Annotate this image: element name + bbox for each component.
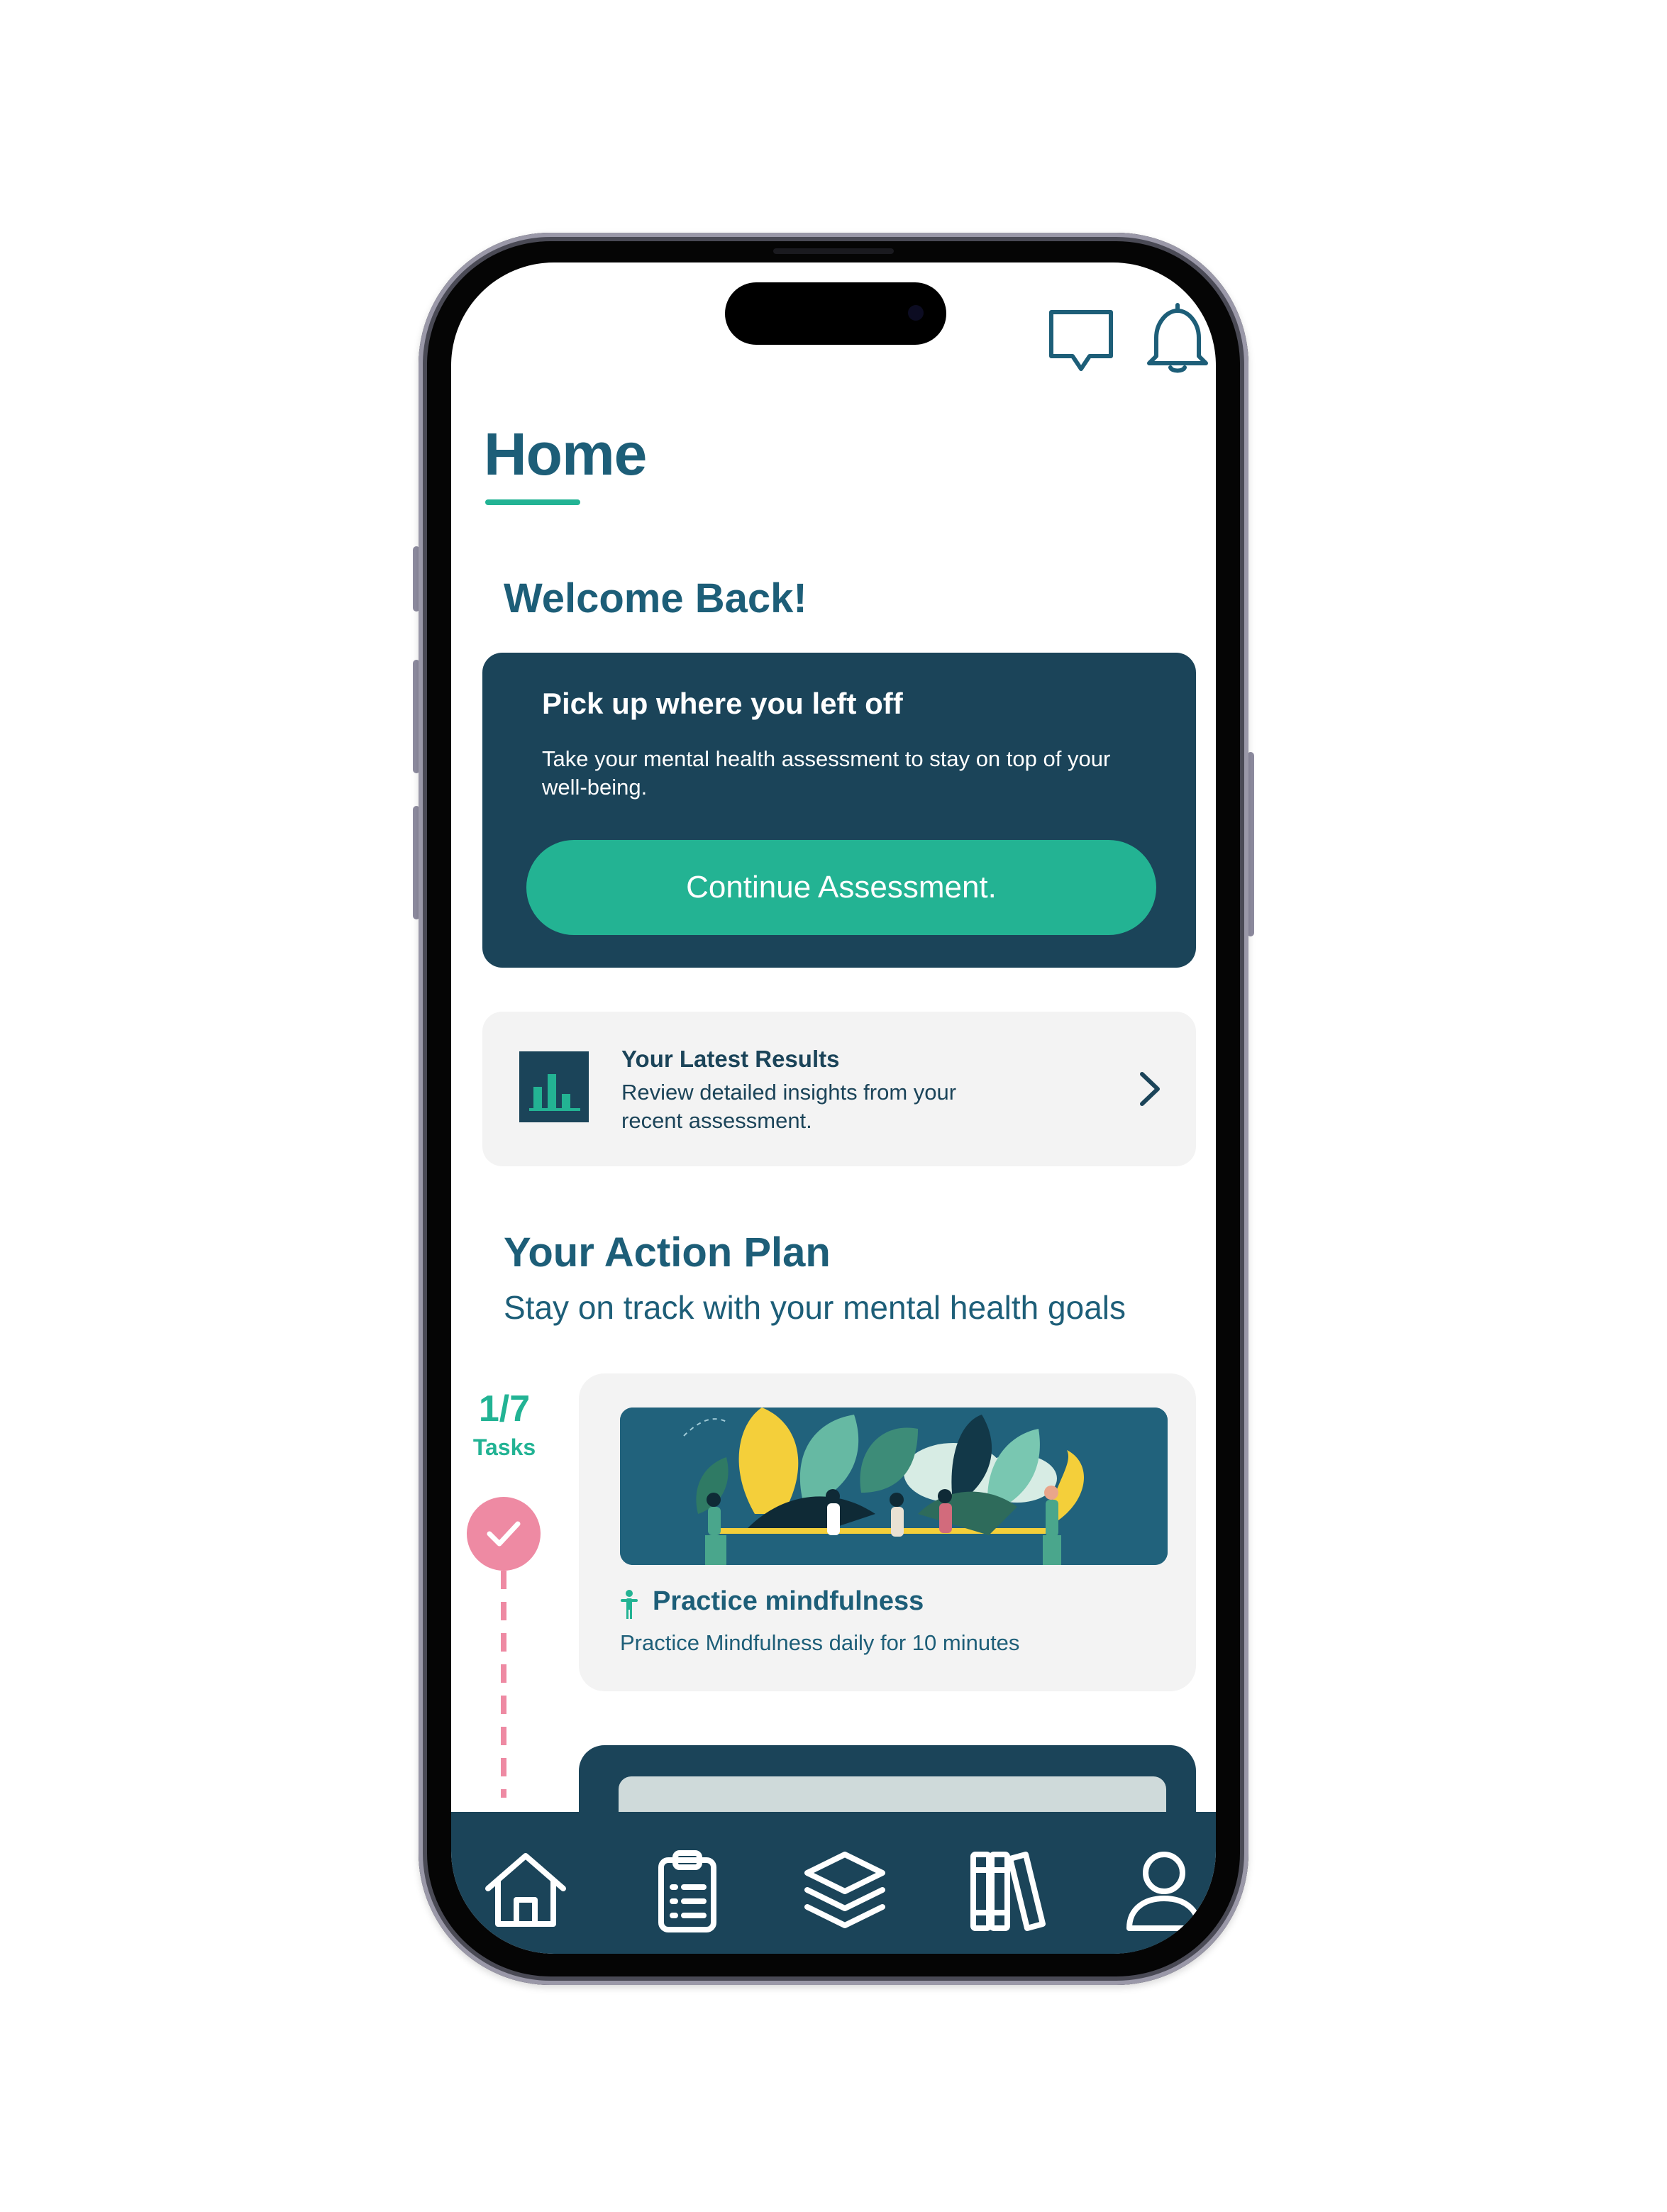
task-card-mindfulness[interactable]: Practice mindfulness Practice Mindfulnes… <box>579 1373 1196 1691</box>
check-icon <box>487 1521 521 1547</box>
mindfulness-illustration <box>620 1408 1168 1565</box>
bar-chart-icon <box>519 1051 589 1122</box>
clipboard-icon[interactable] <box>641 1845 733 1937</box>
layers-icon[interactable] <box>799 1845 891 1937</box>
app-screen: Home Welcome Back! Pick up where you lef… <box>451 262 1216 1954</box>
task-count-label: Tasks <box>472 1434 536 1460</box>
timeline-connector <box>501 1571 506 1798</box>
bell-icon[interactable] <box>1145 299 1210 376</box>
person-icon <box>619 1589 640 1619</box>
phone-speaker <box>773 248 894 254</box>
task-complete-check[interactable] <box>467 1497 541 1571</box>
results-description: Review detailed insights from your recen… <box>621 1080 957 1133</box>
front-camera <box>908 305 924 321</box>
profile-icon[interactable] <box>1118 1845 1210 1937</box>
assessment-card: Pick up where you left off Take your men… <box>482 653 1196 968</box>
page-title: Home <box>484 421 647 487</box>
results-title: Your Latest Results <box>621 1046 840 1072</box>
task-description: Practice Mindfulness daily for 10 minute… <box>620 1630 1020 1655</box>
home-icon[interactable] <box>480 1845 572 1937</box>
latest-results-card[interactable]: Your Latest Results Review detailed insi… <box>482 1012 1196 1166</box>
task-title: Practice mindfulness <box>653 1586 924 1616</box>
continue-assessment-button[interactable]: Continue Assessment. <box>526 840 1156 935</box>
library-icon[interactable] <box>960 1845 1053 1937</box>
chevron-right-icon <box>1135 1070 1163 1108</box>
action-plan-title: Your Action Plan <box>504 1229 831 1276</box>
assessment-heading: Pick up where you left off <box>542 687 903 720</box>
chat-icon[interactable] <box>1047 306 1115 377</box>
title-underline <box>485 499 580 505</box>
bottom-navigation <box>451 1812 1216 1954</box>
assessment-description: Take your mental health assessment to st… <box>542 746 1111 800</box>
welcome-heading: Welcome Back! <box>504 575 807 621</box>
task-count: 1/7 <box>478 1388 531 1429</box>
dynamic-island <box>725 282 946 345</box>
action-plan-subtitle: Stay on track with your mental health go… <box>504 1289 1126 1326</box>
